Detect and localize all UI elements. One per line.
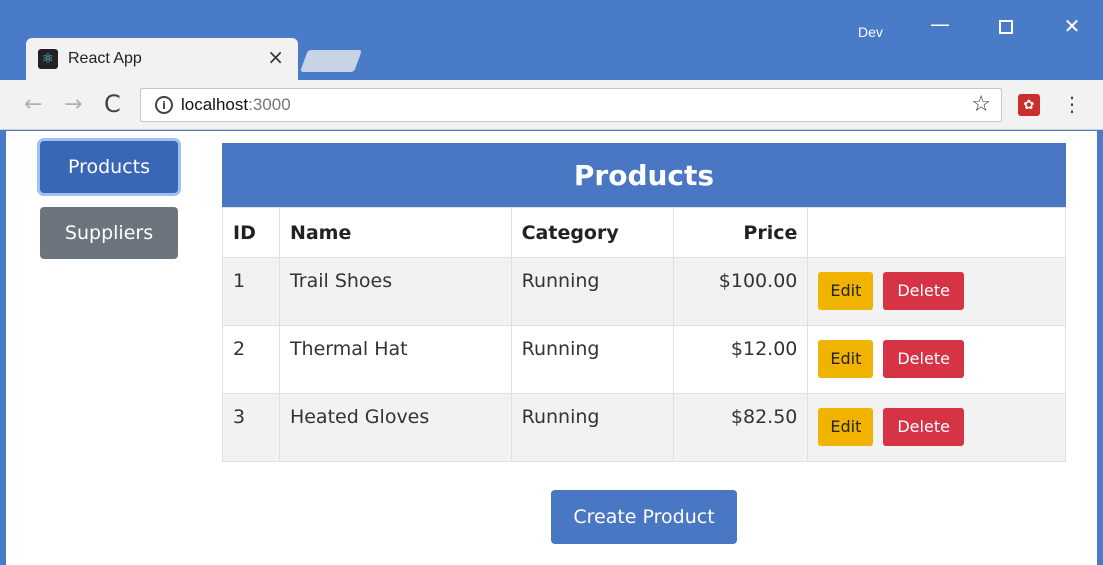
info-icon[interactable]: i xyxy=(155,96,173,114)
extension-icon[interactable]: ✿ xyxy=(1018,94,1040,116)
cell-id: 3 xyxy=(222,393,280,462)
delete-button[interactable]: Delete xyxy=(883,408,964,446)
cell-actions: Edit Delete xyxy=(807,257,1066,326)
cell-id: 2 xyxy=(222,325,280,394)
browser-window: ⚛ React App × Dev — ✕ ← → C i localhost:… xyxy=(0,0,1103,565)
forward-icon[interactable]: → xyxy=(64,92,82,117)
products-table: Products ID Name Category Price 1 Trail … xyxy=(222,143,1066,462)
cell-category: Running xyxy=(510,257,675,326)
address-bar[interactable]: i localhost:3000 ☆ xyxy=(140,88,1002,122)
profile-label[interactable]: Dev xyxy=(858,24,883,40)
cell-actions: Edit Delete xyxy=(807,325,1066,394)
column-header-actions xyxy=(807,207,1066,258)
reload-icon[interactable]: C xyxy=(104,90,121,118)
edit-button[interactable]: Edit xyxy=(818,272,874,310)
url-port: :3000 xyxy=(248,95,291,114)
column-header-category: Category xyxy=(510,207,675,258)
cell-category: Running xyxy=(510,325,675,394)
cell-price: $100.00 xyxy=(673,257,809,326)
browser-tab[interactable]: ⚛ React App × xyxy=(26,38,298,80)
new-tab-button[interactable] xyxy=(299,50,363,72)
close-tab-icon[interactable]: × xyxy=(267,47,284,67)
react-icon: ⚛ xyxy=(38,49,58,69)
bookmark-star-icon[interactable]: ☆ xyxy=(971,92,991,117)
edit-button[interactable]: Edit xyxy=(818,408,874,446)
edit-button[interactable]: Edit xyxy=(818,340,874,378)
table-header-row: ID Name Category Price xyxy=(222,207,1066,258)
browser-toolbar: ← → C i localhost:3000 ☆ ✿ ⋮ xyxy=(0,80,1103,130)
table-row: 3 Heated Gloves Running $82.50 Edit Delet… xyxy=(222,393,1066,462)
url-text: localhost:3000 xyxy=(181,95,291,115)
tab-title: React App xyxy=(68,50,142,67)
table-row: 2 Thermal Hat Running $12.00 Edit Delete xyxy=(222,325,1066,394)
table-title: Products xyxy=(222,143,1066,207)
title-bar: ⚛ React App × Dev — ✕ xyxy=(0,0,1103,82)
sidebar-item-suppliers[interactable]: Suppliers xyxy=(40,207,178,259)
column-header-price: Price xyxy=(673,207,809,258)
cell-name: Thermal Hat xyxy=(278,325,512,394)
table-row: 1 Trail Shoes Running $100.00 Edit Delete xyxy=(222,257,1066,326)
delete-button[interactable]: Delete xyxy=(883,272,964,310)
minimize-icon[interactable]: — xyxy=(920,12,960,36)
cell-name: Heated Gloves xyxy=(278,393,512,462)
page-content: Products Suppliers Products ID Name Cate… xyxy=(6,131,1097,565)
create-product-button[interactable]: Create Product xyxy=(551,490,737,544)
url-host: localhost xyxy=(181,95,249,114)
maximize-icon[interactable] xyxy=(986,14,1026,39)
cell-name: Trail Shoes xyxy=(278,257,512,326)
cell-id: 1 xyxy=(222,257,280,326)
cell-actions: Edit Delete xyxy=(807,393,1066,462)
delete-button[interactable]: Delete xyxy=(883,340,964,378)
cell-price: $82.50 xyxy=(673,393,809,462)
cell-price: $12.00 xyxy=(673,325,809,394)
close-window-icon[interactable]: ✕ xyxy=(1052,14,1092,38)
menu-dots-icon[interactable]: ⋮ xyxy=(1062,92,1082,116)
sidebar-item-products[interactable]: Products xyxy=(40,141,178,193)
cell-category: Running xyxy=(510,393,675,462)
column-header-name: Name xyxy=(278,207,512,258)
back-icon[interactable]: ← xyxy=(24,92,42,117)
column-header-id: ID xyxy=(222,207,280,258)
